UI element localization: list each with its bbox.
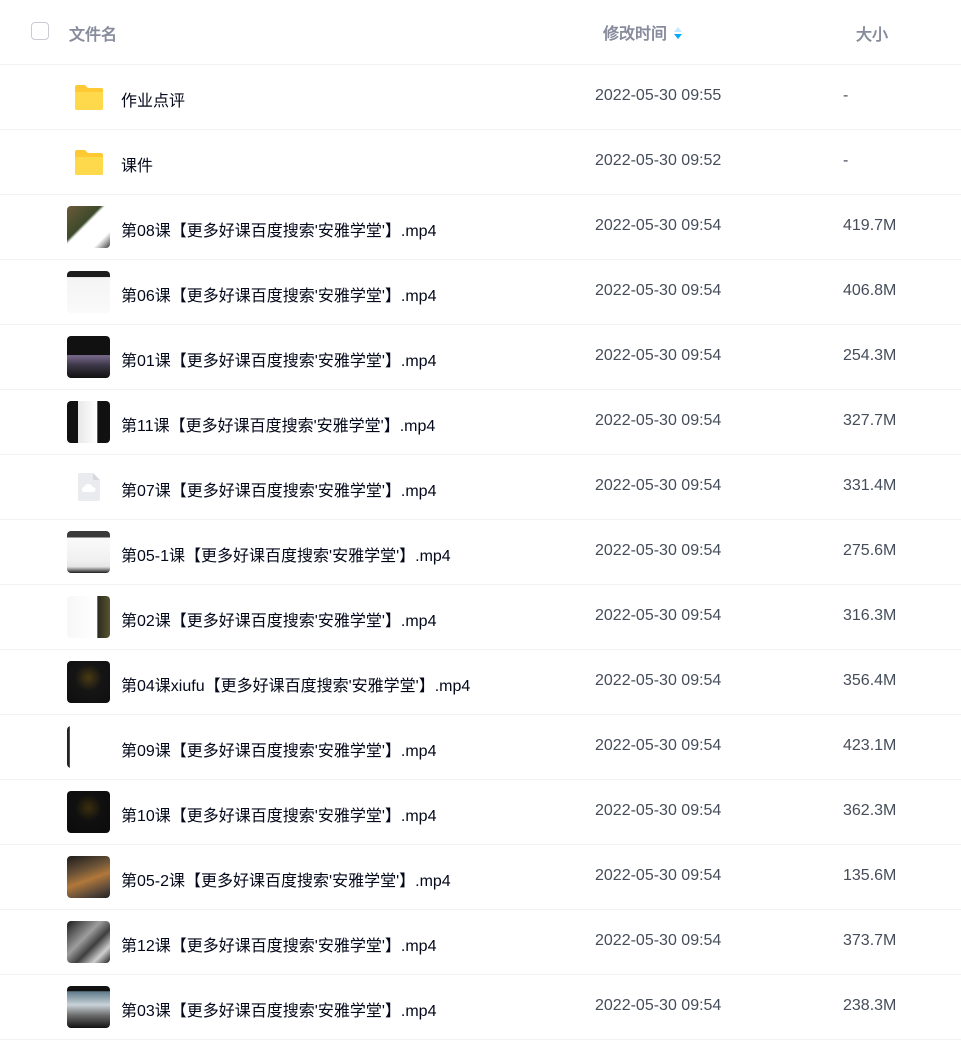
file-row[interactable]: 课件 2022-05-30 09:52 -	[0, 130, 961, 195]
file-row[interactable]: 第09课【更多好课百度搜索'安雅学堂'】.mp4 2022-05-30 09:54…	[0, 715, 961, 780]
file-name[interactable]: 第03课【更多好课百度搜索'安雅学堂'】.mp4	[121, 997, 436, 1021]
video-thumbnail	[67, 791, 110, 833]
video-thumbnail	[67, 986, 110, 1028]
file-modified-time: 2022-05-30 09:54	[595, 412, 722, 429]
file-row[interactable]: 第05-2课【更多好课百度搜索'安雅学堂'】.mp4 2022-05-30 09:…	[0, 845, 961, 910]
file-modified-time: 2022-05-30 09:54	[595, 932, 722, 949]
sort-icon[interactable]	[673, 26, 683, 40]
file-row[interactable]: 第12课【更多好课百度搜索'安雅学堂'】.mp4 2022-05-30 09:54…	[0, 910, 961, 975]
file-modified-time: 2022-05-30 09:52	[595, 152, 722, 169]
file-row[interactable]: 第10课【更多好课百度搜索'安雅学堂'】.mp4 2022-05-30 09:54…	[0, 780, 961, 845]
file-row[interactable]: 第01课【更多好课百度搜索'安雅学堂'】.mp4 2022-05-30 09:54…	[0, 325, 961, 390]
file-size: 254.3M	[843, 347, 897, 364]
file-name[interactable]: 第05-2课【更多好课百度搜索'安雅学堂'】.mp4	[121, 867, 451, 891]
file-modified-time: 2022-05-30 09:54	[595, 672, 722, 689]
file-size: 356.4M	[843, 672, 897, 689]
folder-icon	[75, 150, 103, 175]
column-header-time[interactable]: 修改时间	[603, 20, 683, 44]
video-thumbnail	[67, 726, 110, 768]
file-size: 238.3M	[843, 997, 897, 1014]
file-size: 419.7M	[843, 217, 897, 234]
video-thumbnail	[67, 661, 110, 703]
video-thumbnail	[67, 921, 110, 963]
file-row[interactable]: 第08课【更多好课百度搜索'安雅学堂'】.mp4 2022-05-30 09:54…	[0, 195, 961, 260]
file-modified-time: 2022-05-30 09:54	[595, 802, 722, 819]
file-modified-time: 2022-05-30 09:54	[595, 542, 722, 559]
video-thumbnail	[67, 401, 110, 443]
file-row[interactable]: 第11课【更多好课百度搜索'安雅学堂'】.mp4 2022-05-30 09:54…	[0, 390, 961, 455]
file-row[interactable]: 第03课【更多好课百度搜索'安雅学堂'】.mp4 2022-05-30 09:54…	[0, 975, 961, 1040]
file-modified-time: 2022-05-30 09:54	[595, 347, 722, 364]
file-modified-time: 2022-05-30 09:55	[595, 87, 722, 104]
file-name[interactable]: 第08课【更多好课百度搜索'安雅学堂'】.mp4	[121, 217, 436, 241]
video-thumbnail	[67, 271, 110, 313]
select-all-checkbox[interactable]	[31, 22, 49, 40]
file-name[interactable]: 第09课【更多好课百度搜索'安雅学堂'】.mp4	[121, 737, 436, 761]
file-modified-time: 2022-05-30 09:54	[595, 607, 722, 624]
column-header-name[interactable]: 文件名	[69, 21, 117, 45]
file-row[interactable]: 第07课【更多好课百度搜索'安雅学堂'】.mp4 2022-05-30 09:54…	[0, 455, 961, 520]
video-thumbnail	[67, 336, 110, 378]
file-modified-time: 2022-05-30 09:54	[595, 282, 722, 299]
file-size: -	[843, 152, 849, 169]
file-modified-time: 2022-05-30 09:54	[595, 217, 722, 234]
file-size: 423.1M	[843, 737, 897, 754]
file-modified-time: 2022-05-30 09:54	[595, 867, 722, 884]
file-size: -	[843, 87, 849, 104]
file-modified-time: 2022-05-30 09:54	[595, 477, 722, 494]
file-modified-time: 2022-05-30 09:54	[595, 997, 722, 1014]
video-thumbnail	[67, 596, 110, 638]
folder-icon	[75, 85, 103, 110]
file-row[interactable]: 第05-1课【更多好课百度搜索'安雅学堂'】.mp4 2022-05-30 09:…	[0, 520, 961, 585]
file-name[interactable]: 第06课【更多好课百度搜索'安雅学堂'】.mp4	[121, 282, 436, 306]
file-name[interactable]: 第11课【更多好课百度搜索'安雅学堂'】.mp4	[121, 412, 435, 436]
file-size: 135.6M	[843, 867, 897, 884]
column-header-size[interactable]: 大小	[856, 21, 888, 45]
file-row[interactable]: 第04课xiufu【更多好课百度搜索'安雅学堂'】.mp4 2022-05-30 …	[0, 650, 961, 715]
column-header-time-label: 修改时间	[603, 26, 668, 43]
file-size: 362.3M	[843, 802, 897, 819]
file-name[interactable]: 课件	[121, 152, 153, 176]
file-name[interactable]: 第07课【更多好课百度搜索'安雅学堂'】.mp4	[121, 477, 436, 501]
file-size: 316.3M	[843, 607, 897, 624]
video-thumbnail	[67, 531, 110, 573]
file-name[interactable]: 第02课【更多好课百度搜索'安雅学堂'】.mp4	[121, 607, 436, 631]
file-name[interactable]: 第10课【更多好课百度搜索'安雅学堂'】.mp4	[121, 802, 436, 826]
file-name[interactable]: 第04课xiufu【更多好课百度搜索'安雅学堂'】.mp4	[121, 672, 470, 696]
video-thumbnail	[67, 206, 110, 248]
file-row[interactable]: 第02课【更多好课百度搜索'安雅学堂'】.mp4 2022-05-30 09:54…	[0, 585, 961, 650]
file-row[interactable]: 第06课【更多好课百度搜索'安雅学堂'】.mp4 2022-05-30 09:54…	[0, 260, 961, 325]
file-name[interactable]: 作业点评	[121, 87, 185, 111]
file-row[interactable]: 作业点评 2022-05-30 09:55 -	[0, 65, 961, 130]
file-list: 作业点评 2022-05-30 09:55 - 课件 2022-05-30 09:52…	[0, 65, 961, 1040]
file-name[interactable]: 第01课【更多好课百度搜索'安雅学堂'】.mp4	[121, 347, 436, 371]
file-size: 275.6M	[843, 542, 897, 559]
file-size: 373.7M	[843, 932, 897, 949]
video-thumbnail	[67, 856, 110, 898]
file-list-header: 文件名 修改时间 大小	[0, 0, 961, 65]
file-modified-time: 2022-05-30 09:54	[595, 737, 722, 754]
file-name[interactable]: 第12课【更多好课百度搜索'安雅学堂'】.mp4	[121, 932, 436, 956]
file-size: 327.7M	[843, 412, 897, 429]
file-name[interactable]: 第05-1课【更多好课百度搜索'安雅学堂'】.mp4	[121, 542, 451, 566]
cloud-file-icon	[78, 473, 100, 501]
file-size: 406.8M	[843, 282, 897, 299]
file-size: 331.4M	[843, 477, 897, 494]
